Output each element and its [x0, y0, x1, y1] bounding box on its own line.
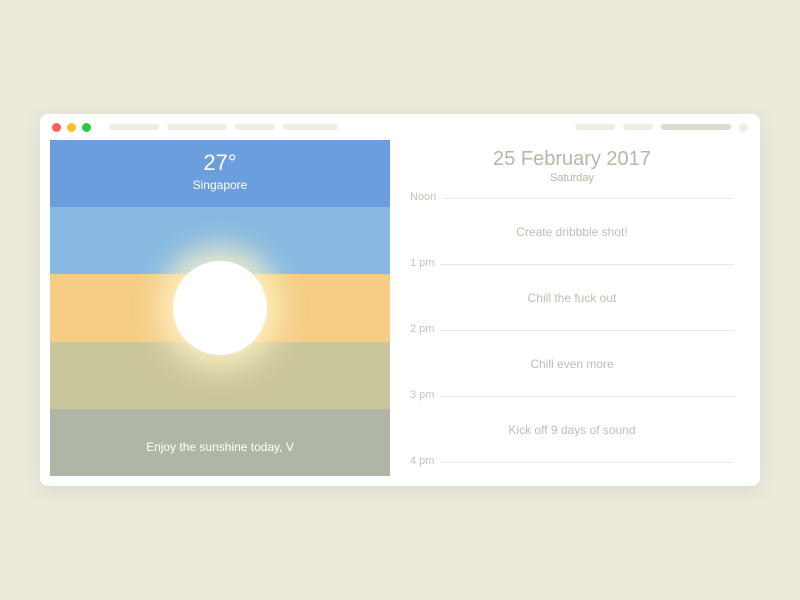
- minimize-button[interactable]: [67, 123, 76, 132]
- event-item[interactable]: Chill even more: [530, 357, 613, 371]
- titlebar-placeholders: [109, 124, 569, 130]
- maximize-button[interactable]: [82, 123, 91, 132]
- location-label: Singapore: [50, 178, 390, 192]
- time-slot[interactable]: Noon Create dribbble shot!: [410, 198, 734, 264]
- event-item[interactable]: Kick off 9 days of sound: [508, 423, 635, 437]
- day-label: Saturday: [410, 172, 734, 184]
- sun-icon: [173, 261, 267, 355]
- time-label: 3 pm: [410, 389, 440, 401]
- time-label: Noon: [410, 191, 442, 203]
- titlebar-right: [575, 123, 748, 132]
- event-item[interactable]: Create dribbble shot!: [516, 225, 627, 239]
- time-slot[interactable]: 3 pm Kick off 9 days of sound: [410, 396, 734, 462]
- time-slot[interactable]: 1 pm Chill the fuck out: [410, 264, 734, 330]
- event-item[interactable]: Chill the fuck out: [528, 291, 617, 305]
- time-label: 2 pm: [410, 323, 440, 335]
- app-window: 27° Singapore Enjoy the sunshine today, …: [40, 114, 760, 486]
- weather-panel: 27° Singapore Enjoy the sunshine today, …: [50, 140, 390, 476]
- date-label: 25 February 2017: [410, 148, 734, 171]
- schedule-header: 25 February 2017 Saturday: [410, 148, 734, 184]
- content-area: 27° Singapore Enjoy the sunshine today, …: [40, 140, 760, 486]
- time-label: 1 pm: [410, 257, 440, 269]
- temperature-value: 27°: [50, 150, 390, 176]
- time-slot[interactable]: 2 pm Chill even more: [410, 330, 734, 396]
- titlebar: [40, 114, 760, 140]
- time-label: 4 pm: [410, 455, 440, 467]
- close-button[interactable]: [52, 123, 61, 132]
- weather-message: Enjoy the sunshine today, V: [50, 440, 390, 454]
- timeline: Noon Create dribbble shot! 1 pm Chill th…: [410, 198, 734, 463]
- weather-header: 27° Singapore: [50, 150, 390, 192]
- schedule-panel: 25 February 2017 Saturday Noon Create dr…: [406, 140, 750, 476]
- time-slot-end: 4 pm: [410, 462, 734, 463]
